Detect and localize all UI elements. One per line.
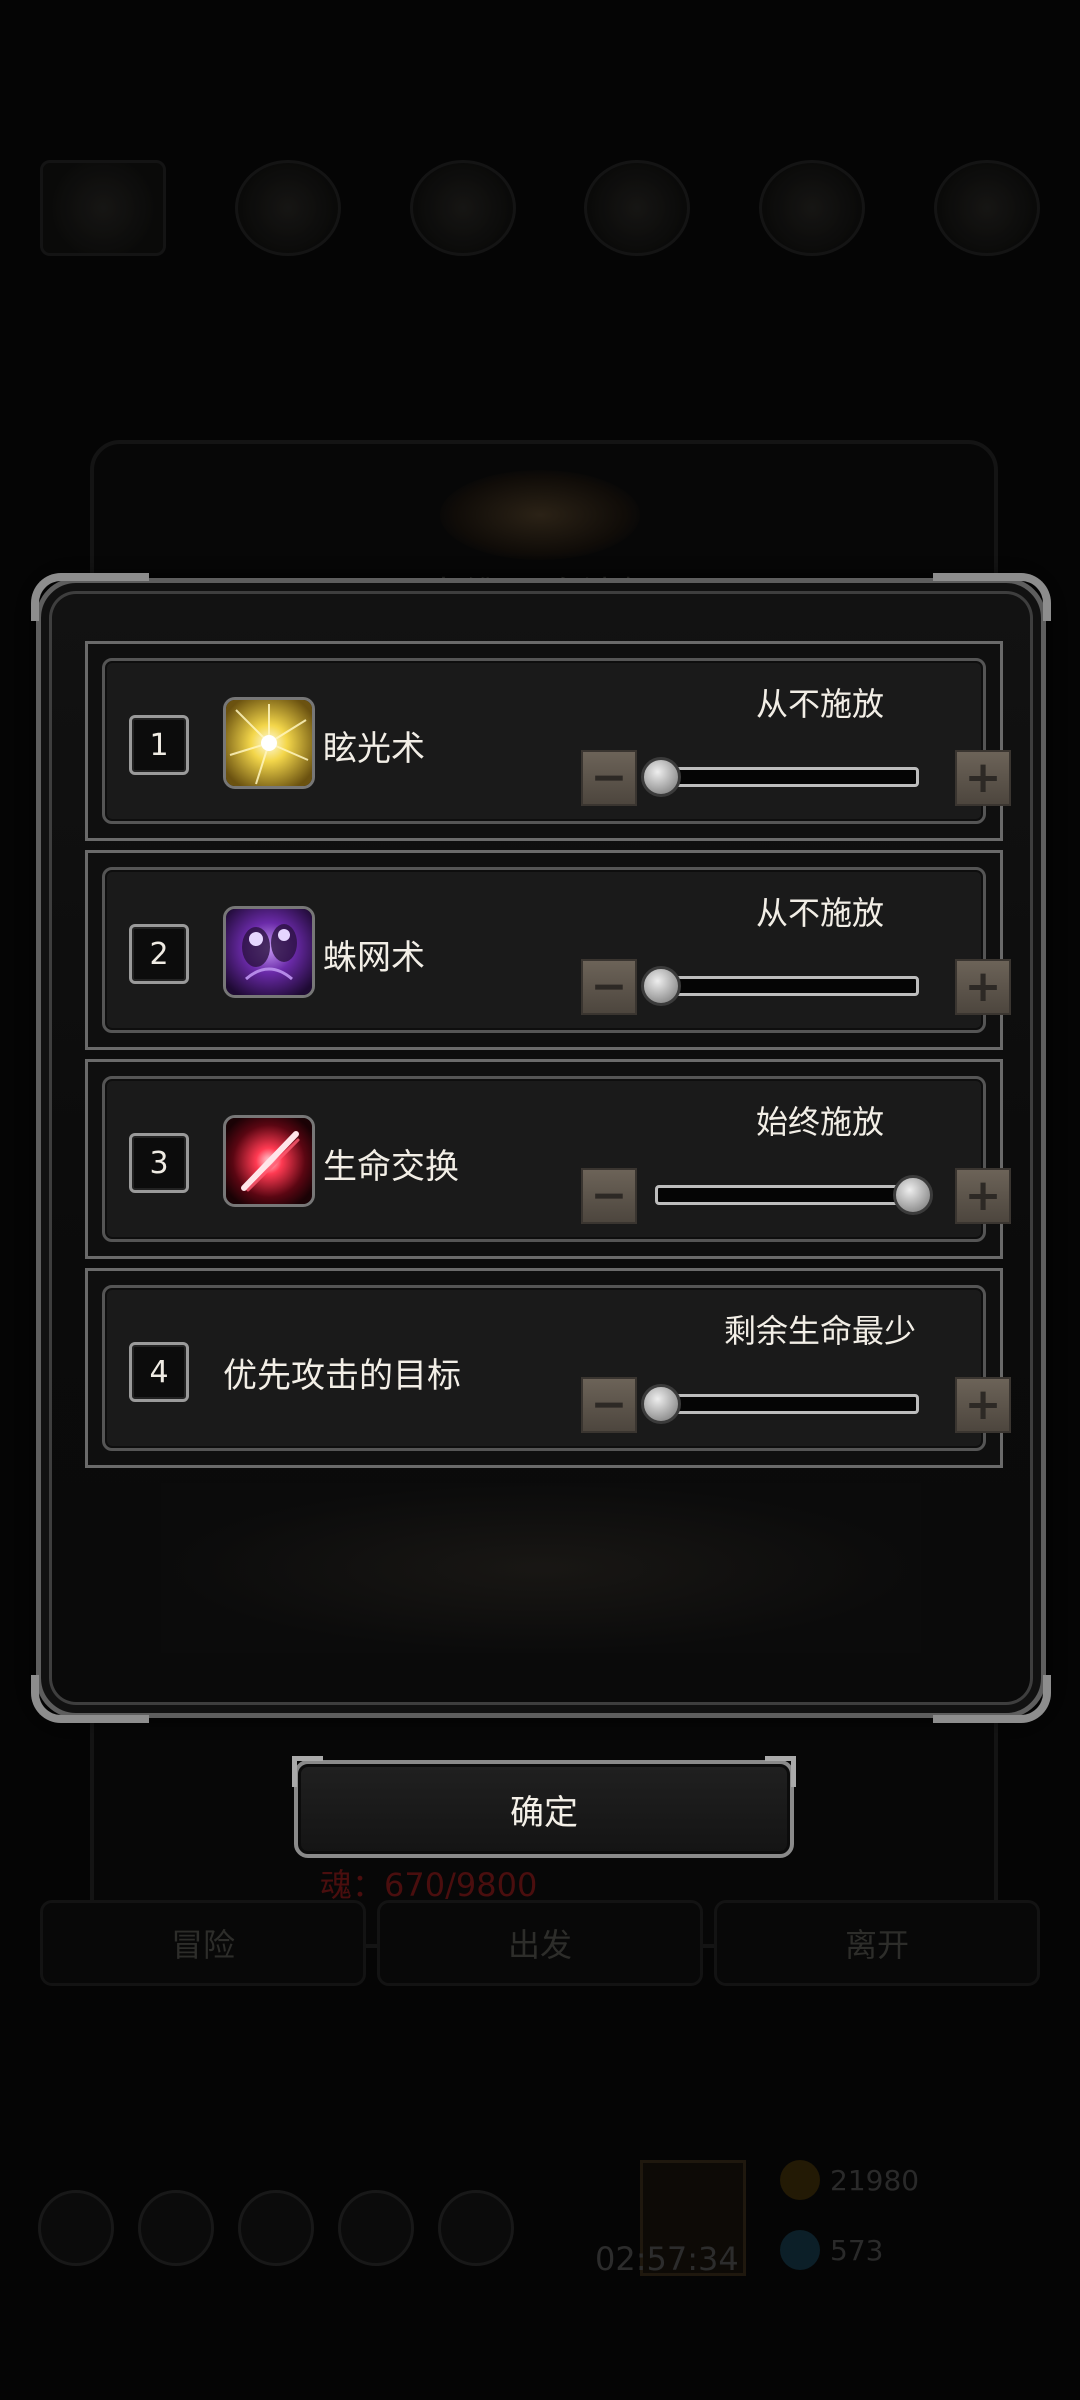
target-priority-label: 优先攻击的目标 [223,1356,461,1396]
equipment-slot-icon [759,160,866,256]
web-spell-icon [223,906,315,998]
menu-round-icon [438,2190,514,2266]
cast-slider-knob[interactable] [641,966,681,1006]
frame-corner-ornament [933,1675,1051,1723]
skill-row: 1 眩光术 从不施放 − + [85,641,1011,841]
confirm-button[interactable]: 确定 [292,1756,796,1858]
increase-button[interactable]: + [955,1168,1011,1224]
flash-spell-icon [223,697,315,789]
target-slider-knob[interactable] [641,1384,681,1424]
frame-corner-ornament [31,573,149,621]
decrease-button[interactable]: − [581,1377,637,1433]
priority-number: 3 [129,1133,189,1193]
decrease-button[interactable]: − [581,1168,637,1224]
moon-ornament-icon [440,470,640,560]
cast-slider-knob[interactable] [641,757,681,797]
gem-counter: 573 [780,2230,883,2270]
skill-name: 生命交换 [323,1147,459,1187]
equipment-slot-icon [409,160,516,256]
target-priority-row: 4 优先攻击的目标 剩余生命最少 − + [85,1268,1011,1468]
increase-button[interactable]: + [955,959,1011,1015]
background-tabs: 冒险 出发 离开 [40,1900,1040,1990]
tab-leave: 离开 [714,1900,1040,1986]
decrease-button[interactable]: − [581,959,637,1015]
frame-corner-ornament [933,573,1051,621]
skill-settings-dialog: 1 眩光术 从不施放 − + 2 蛛网术 从不施放 − + 3 生命交换 始终施… [31,573,1051,1723]
increase-button[interactable]: + [955,1377,1011,1433]
increase-button[interactable]: + [955,750,1011,806]
cast-slider-track[interactable] [655,976,919,996]
menu-round-icon [38,2190,114,2266]
cast-slider-knob[interactable] [893,1175,933,1215]
skill-row: 3 生命交换 始终施放 − + [85,1059,1011,1259]
target-slider-track[interactable] [655,1394,919,1414]
skill-name: 蛛网术 [323,938,425,978]
top-equipment-bar [40,160,1040,256]
menu-round-icon [238,2190,314,2266]
equipment-slot-icon [40,160,166,256]
skill-row: 2 蛛网术 从不施放 − + [85,850,1011,1050]
cast-status: 从不施放 [755,685,884,723]
priority-number: 4 [129,1342,189,1402]
coin-icon [780,2160,820,2200]
equipment-slot-icon [584,160,691,256]
priority-number: 1 [129,715,189,775]
skill-name: 眩光术 [323,729,425,769]
tab-adventure: 冒险 [40,1900,366,1986]
decrease-button[interactable]: − [581,750,637,806]
tab-depart: 出发 [377,1900,703,1986]
target-status: 剩余生命最少 [723,1312,916,1350]
cast-status: 从不施放 [755,894,884,932]
gold-counter: 21980 [780,2160,919,2200]
gem-icon [780,2230,820,2270]
chest-timer: 02:57:34 [595,2240,739,2278]
menu-round-icon [138,2190,214,2266]
frame-corner-ornament [31,1675,149,1723]
equipment-slot-icon [933,160,1040,256]
cast-status: 始终施放 [755,1103,884,1141]
cast-slider-track[interactable] [655,767,919,787]
equipment-slot-icon [234,160,341,256]
menu-round-icon [338,2190,414,2266]
bottom-bar: 02:57:34 21980 573 [30,2160,1050,2300]
cast-slider-track[interactable] [655,1185,919,1205]
dialog-background-texture [161,1483,921,1653]
life-exchange-spell-icon [223,1115,315,1207]
priority-number: 2 [129,924,189,984]
